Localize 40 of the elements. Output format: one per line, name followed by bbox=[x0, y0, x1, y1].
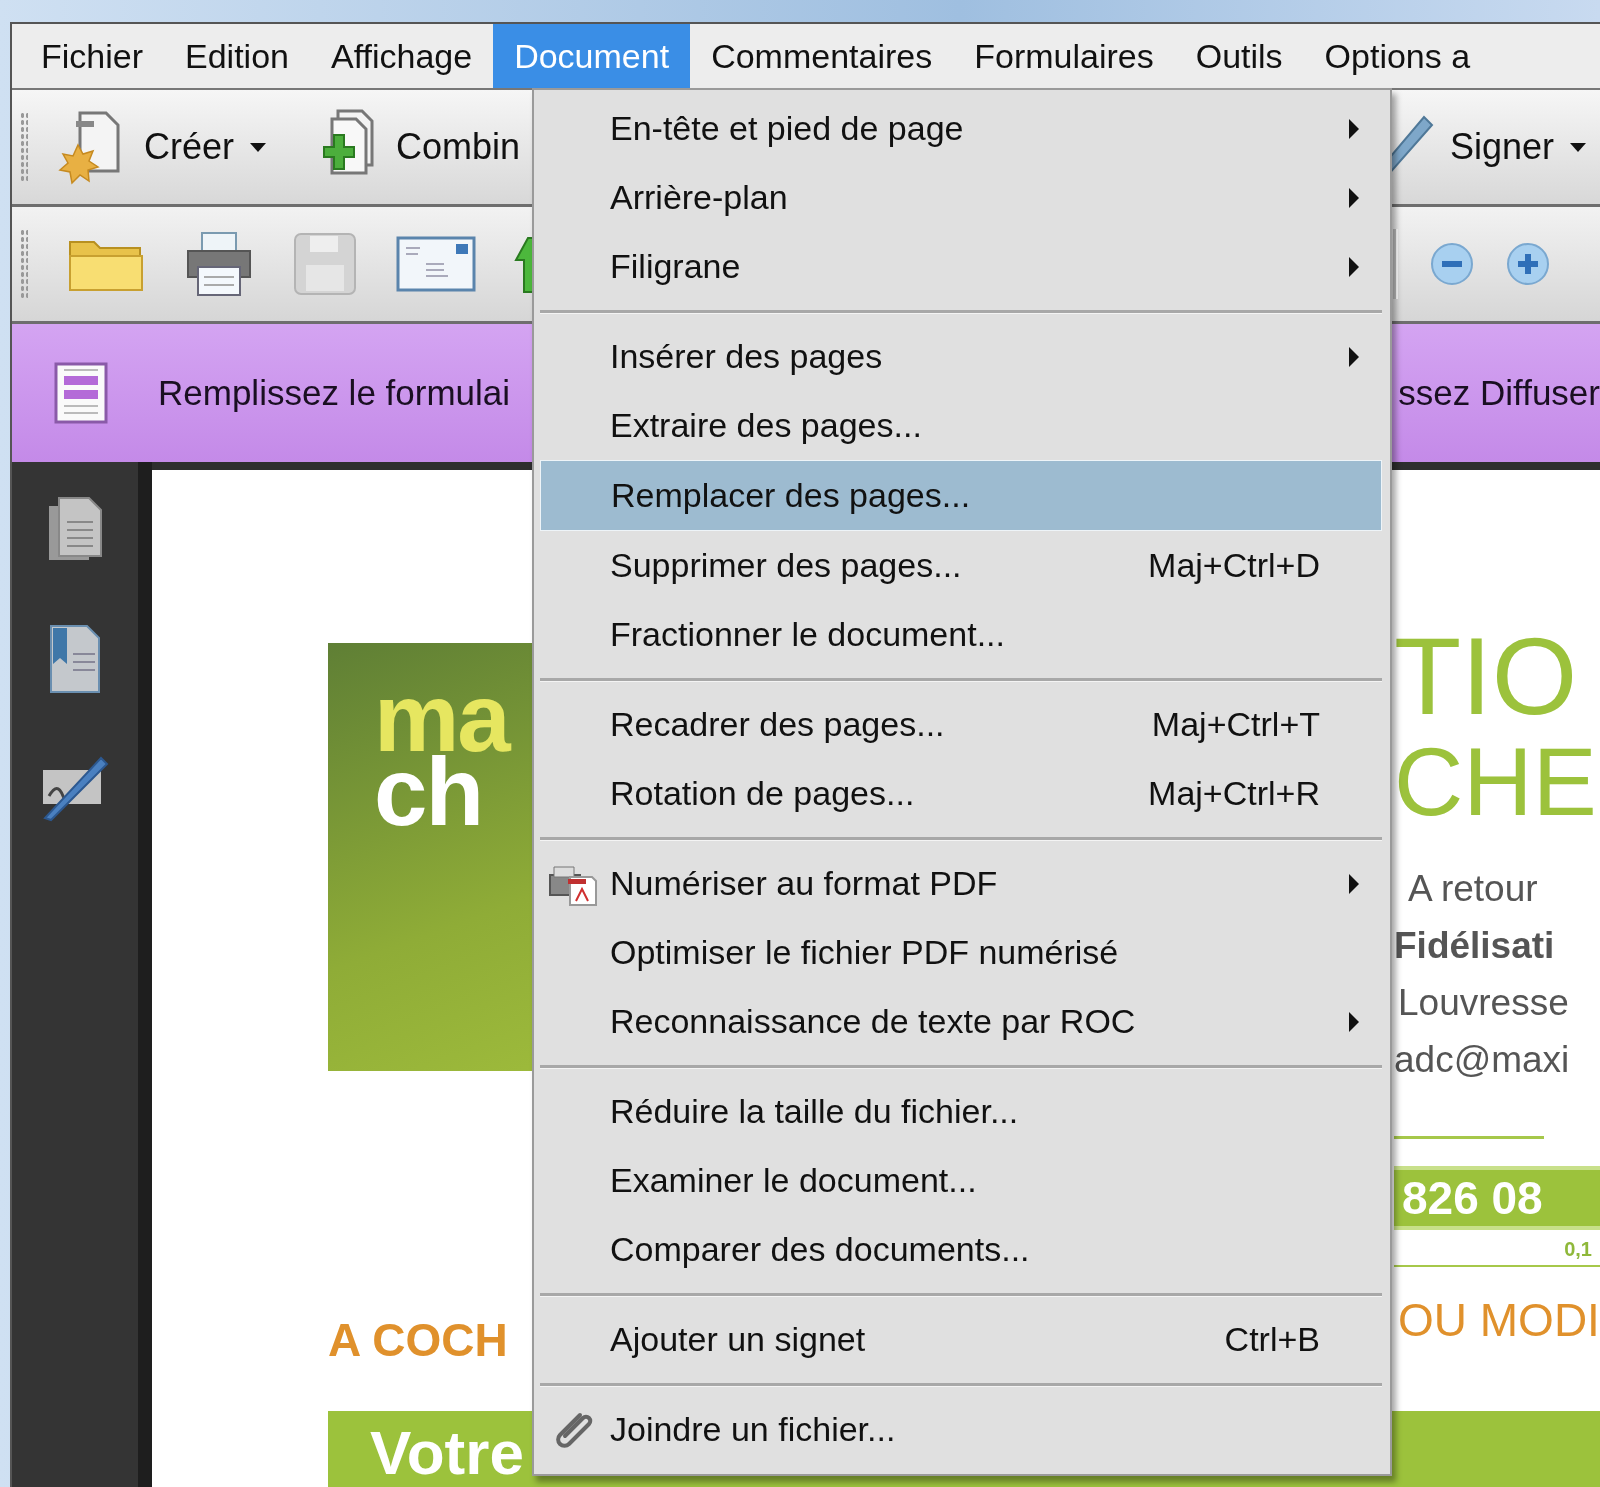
notification-text: ssez Diffuser bbox=[1398, 373, 1600, 413]
document-title: CHE bbox=[1394, 732, 1598, 832]
menu-item[interactable]: Comparer des documents... bbox=[540, 1215, 1382, 1284]
form-icon bbox=[54, 362, 108, 424]
toolbar-button[interactable]: Créer bbox=[42, 107, 281, 187]
menu-bar-item[interactable]: Commentaires bbox=[690, 24, 954, 88]
envelope-icon[interactable] bbox=[396, 236, 476, 292]
menu-bar-item[interactable]: Outils bbox=[1174, 24, 1304, 88]
price-note: 0,1 bbox=[1564, 1238, 1592, 1261]
menu-item[interactable]: Extraire des pages... bbox=[540, 391, 1382, 460]
document-title: TIO bbox=[1394, 620, 1579, 732]
menu-bar-item[interactable]: Affichage bbox=[310, 24, 494, 88]
menu-bar-item[interactable]: Edition bbox=[164, 24, 310, 88]
menu-item[interactable]: Remplacer des pages... bbox=[540, 460, 1382, 531]
menu-item[interactable]: Supprimer des pages... Maj+Ctrl+D bbox=[540, 531, 1382, 600]
menu-item[interactable]: En-tête et pied de page bbox=[540, 94, 1382, 163]
toolbar-button[interactable]: Combin bbox=[294, 107, 535, 187]
menu-item[interactable]: Examiner le document... bbox=[540, 1146, 1382, 1215]
menu-bar-item[interactable]: Formulaires bbox=[953, 24, 1175, 88]
notification-text: Remplissez le formulai bbox=[158, 373, 511, 413]
toolbar-grip[interactable] bbox=[20, 112, 28, 182]
section-heading: A COCH bbox=[328, 1313, 508, 1367]
bookmark-icon[interactable] bbox=[47, 624, 103, 694]
address-line: A retour bbox=[1407, 867, 1539, 911]
toolbar-grip[interactable] bbox=[20, 229, 28, 299]
menu-bar-item[interactable]: Fichier bbox=[20, 24, 165, 88]
menu-item[interactable]: Insérer des pages bbox=[540, 322, 1382, 391]
phone-banner: 826 08 bbox=[1394, 1166, 1600, 1230]
menu-item[interactable]: Réduire la taille du fichier... bbox=[540, 1077, 1382, 1146]
zoom-out-icon[interactable] bbox=[1430, 242, 1474, 286]
address-line: Fidélisati bbox=[1394, 924, 1556, 968]
printer-icon[interactable] bbox=[184, 229, 254, 299]
menu-item[interactable]: Arrière-plan bbox=[540, 163, 1382, 232]
pages-icon[interactable] bbox=[47, 496, 103, 562]
address-line: Louvresse bbox=[1397, 981, 1570, 1025]
section-heading: OU MODI bbox=[1397, 1293, 1600, 1347]
menu-bar-item[interactable]: Options a bbox=[1303, 24, 1492, 88]
zoom-in-icon[interactable] bbox=[1506, 242, 1550, 286]
address-line: adc@maxi bbox=[1394, 1038, 1571, 1082]
menu-item[interactable]: Ajouter un signet Ctrl+B bbox=[540, 1305, 1382, 1374]
